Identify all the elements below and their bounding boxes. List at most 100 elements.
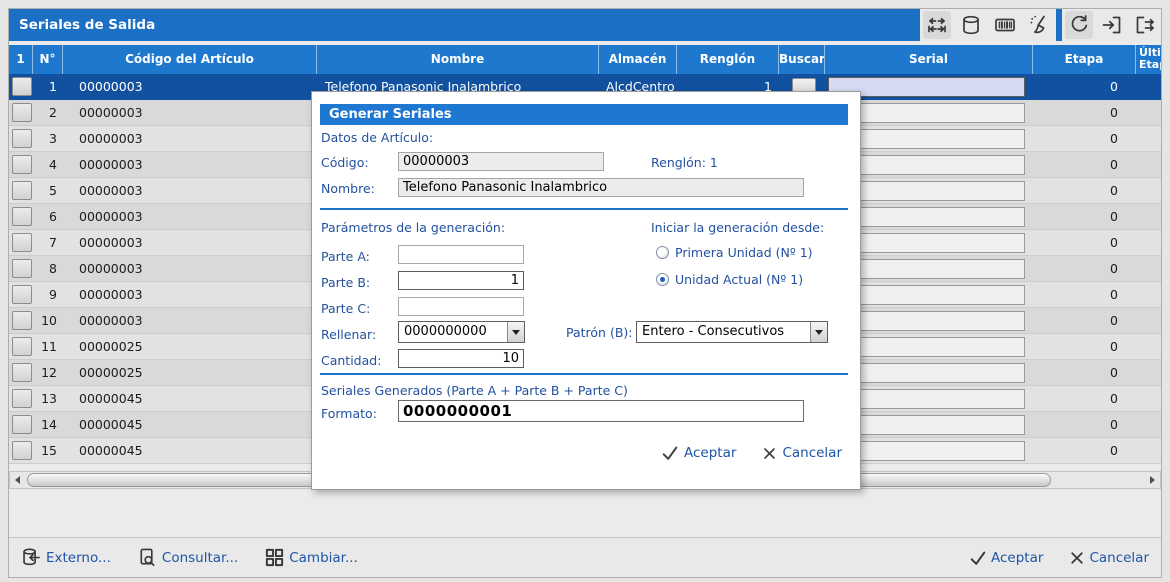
row-select-button[interactable]: [12, 337, 32, 356]
chevron-down-icon: [512, 330, 520, 335]
parte-a-label: Parte A:: [321, 249, 370, 264]
radio-actual-label: Unidad Actual (Nº 1): [675, 272, 803, 287]
navigate-records-icon[interactable]: [923, 11, 951, 39]
external-database-icon: [21, 547, 42, 568]
parametros-label: Parámetros de la generación:: [321, 220, 505, 235]
rellenar-label: Rellenar:: [321, 327, 376, 342]
import-icon[interactable]: [1098, 11, 1126, 39]
row-select-button[interactable]: [12, 181, 32, 200]
toolbar-group-2: [1062, 9, 1161, 41]
parte-b-input[interactable]: 1: [398, 271, 524, 290]
row-select-button[interactable]: [12, 441, 32, 460]
row-etapa: 0: [1033, 126, 1133, 152]
table-header: 1 N° Código del Artículo Nombre Almacén …: [9, 45, 1161, 74]
scroll-left-icon: [15, 476, 20, 484]
row-etapa: 0: [1033, 308, 1133, 334]
parte-a-input[interactable]: [398, 245, 524, 264]
cantidad-input[interactable]: 10: [398, 349, 524, 368]
row-etapa: 0: [1033, 334, 1133, 360]
row-number: 10: [33, 308, 63, 334]
footer-cancelar-button[interactable]: Cancelar: [1069, 550, 1149, 566]
codigo-label: Código:: [321, 155, 369, 170]
column-header-serial[interactable]: Serial: [825, 45, 1033, 74]
row-number: 4: [33, 152, 63, 178]
consultar-button[interactable]: Consultar...: [137, 547, 238, 568]
row-etapa: 0: [1033, 204, 1133, 230]
patron-dropdown-button[interactable]: [810, 322, 827, 342]
column-header-select[interactable]: 1: [9, 45, 33, 74]
screen: Seriales de Salida: [0, 0, 1170, 582]
row-codigo: 00000003: [63, 100, 317, 126]
parte-c-input[interactable]: [398, 297, 524, 316]
column-header-renglon[interactable]: Renglón: [677, 45, 779, 74]
refresh-icon[interactable]: [1065, 11, 1093, 39]
row-number: 14: [33, 412, 63, 438]
dialog-buttons: Aceptar Cancelar: [661, 444, 842, 462]
parte-b-label: Parte B:: [321, 275, 370, 290]
row-select-button[interactable]: [12, 103, 32, 122]
formato-label: Formato:: [321, 406, 377, 421]
row-etapa: 0: [1033, 256, 1133, 282]
row-etapa: 0: [1033, 152, 1133, 178]
row-select-button[interactable]: [12, 129, 32, 148]
export-icon[interactable]: [1131, 11, 1159, 39]
column-header-etapa[interactable]: Etapa: [1033, 45, 1136, 74]
barcode-icon[interactable]: [991, 11, 1019, 39]
row-select-button[interactable]: [12, 285, 32, 304]
row-etapa: 0: [1033, 438, 1133, 464]
renglon-value: 1: [710, 155, 718, 170]
renglon-info: Renglón: 1: [651, 155, 718, 170]
nombre-input: Telefono Panasonic Inalambrico: [398, 178, 804, 197]
row-select-button[interactable]: [12, 155, 32, 174]
externo-button[interactable]: Externo...: [21, 547, 111, 568]
patron-dropdown[interactable]: Entero - Consecutivos: [636, 321, 828, 343]
footer-cancelar-label: Cancelar: [1089, 550, 1149, 566]
radio-primera-unidad[interactable]: Primera Unidad (Nº 1): [656, 245, 813, 260]
rellenar-dropdown[interactable]: 0000000000: [398, 321, 525, 343]
database-icon[interactable]: [957, 11, 985, 39]
row-select-button[interactable]: [12, 363, 32, 382]
row-select-button[interactable]: [12, 233, 32, 252]
row-select-button[interactable]: [12, 207, 32, 226]
x-icon: [1069, 550, 1085, 566]
row-number: 13: [33, 386, 63, 412]
row-codigo: 00000025: [63, 360, 317, 386]
row-codigo: 00000045: [63, 386, 317, 412]
scroll-right-button[interactable]: [1145, 473, 1160, 487]
row-select-button[interactable]: [12, 77, 32, 96]
dialog-aceptar-button[interactable]: Aceptar: [661, 444, 736, 462]
row-etapa: 0: [1033, 360, 1133, 386]
patron-value: Entero - Consecutivos: [637, 322, 810, 342]
column-header-numero[interactable]: N°: [33, 45, 63, 74]
row-codigo: 00000003: [63, 126, 317, 152]
formato-input[interactable]: 0000000001: [398, 400, 804, 422]
row-codigo: 00000025: [63, 334, 317, 360]
dialog-cancelar-button[interactable]: Cancelar: [762, 444, 842, 462]
row-codigo: 00000003: [63, 282, 317, 308]
row-etapa: 0: [1033, 412, 1133, 438]
column-header-ultima-etapa[interactable]: Última Etapa: [1136, 45, 1161, 74]
radio-primera-icon: [656, 246, 669, 259]
column-header-buscar[interactable]: Buscar: [779, 45, 825, 74]
row-etapa: 0: [1033, 74, 1133, 100]
row-select-button[interactable]: [12, 415, 32, 434]
datos-articulo-label: Datos de Artículo:: [321, 130, 433, 145]
row-etapa: 0: [1033, 100, 1133, 126]
row-codigo: 00000003: [63, 152, 317, 178]
search-document-icon: [137, 547, 158, 568]
row-select-button[interactable]: [12, 259, 32, 278]
column-header-codigo[interactable]: Código del Artículo: [63, 45, 317, 74]
column-header-almacen[interactable]: Almacén: [599, 45, 677, 74]
row-select-button[interactable]: [12, 311, 32, 330]
cambiar-button[interactable]: Cambiar...: [264, 547, 358, 568]
scroll-left-button[interactable]: [10, 473, 25, 487]
row-codigo: 00000045: [63, 438, 317, 464]
row-codigo: 00000003: [63, 256, 317, 282]
footer-aceptar-button[interactable]: Aceptar: [969, 549, 1043, 567]
radio-unidad-actual[interactable]: Unidad Actual (Nº 1): [656, 272, 803, 287]
row-etapa: 0: [1033, 386, 1133, 412]
column-header-nombre[interactable]: Nombre: [317, 45, 599, 74]
rellenar-dropdown-button[interactable]: [507, 322, 524, 342]
row-select-button[interactable]: [12, 389, 32, 408]
clean-icon[interactable]: [1025, 11, 1053, 39]
